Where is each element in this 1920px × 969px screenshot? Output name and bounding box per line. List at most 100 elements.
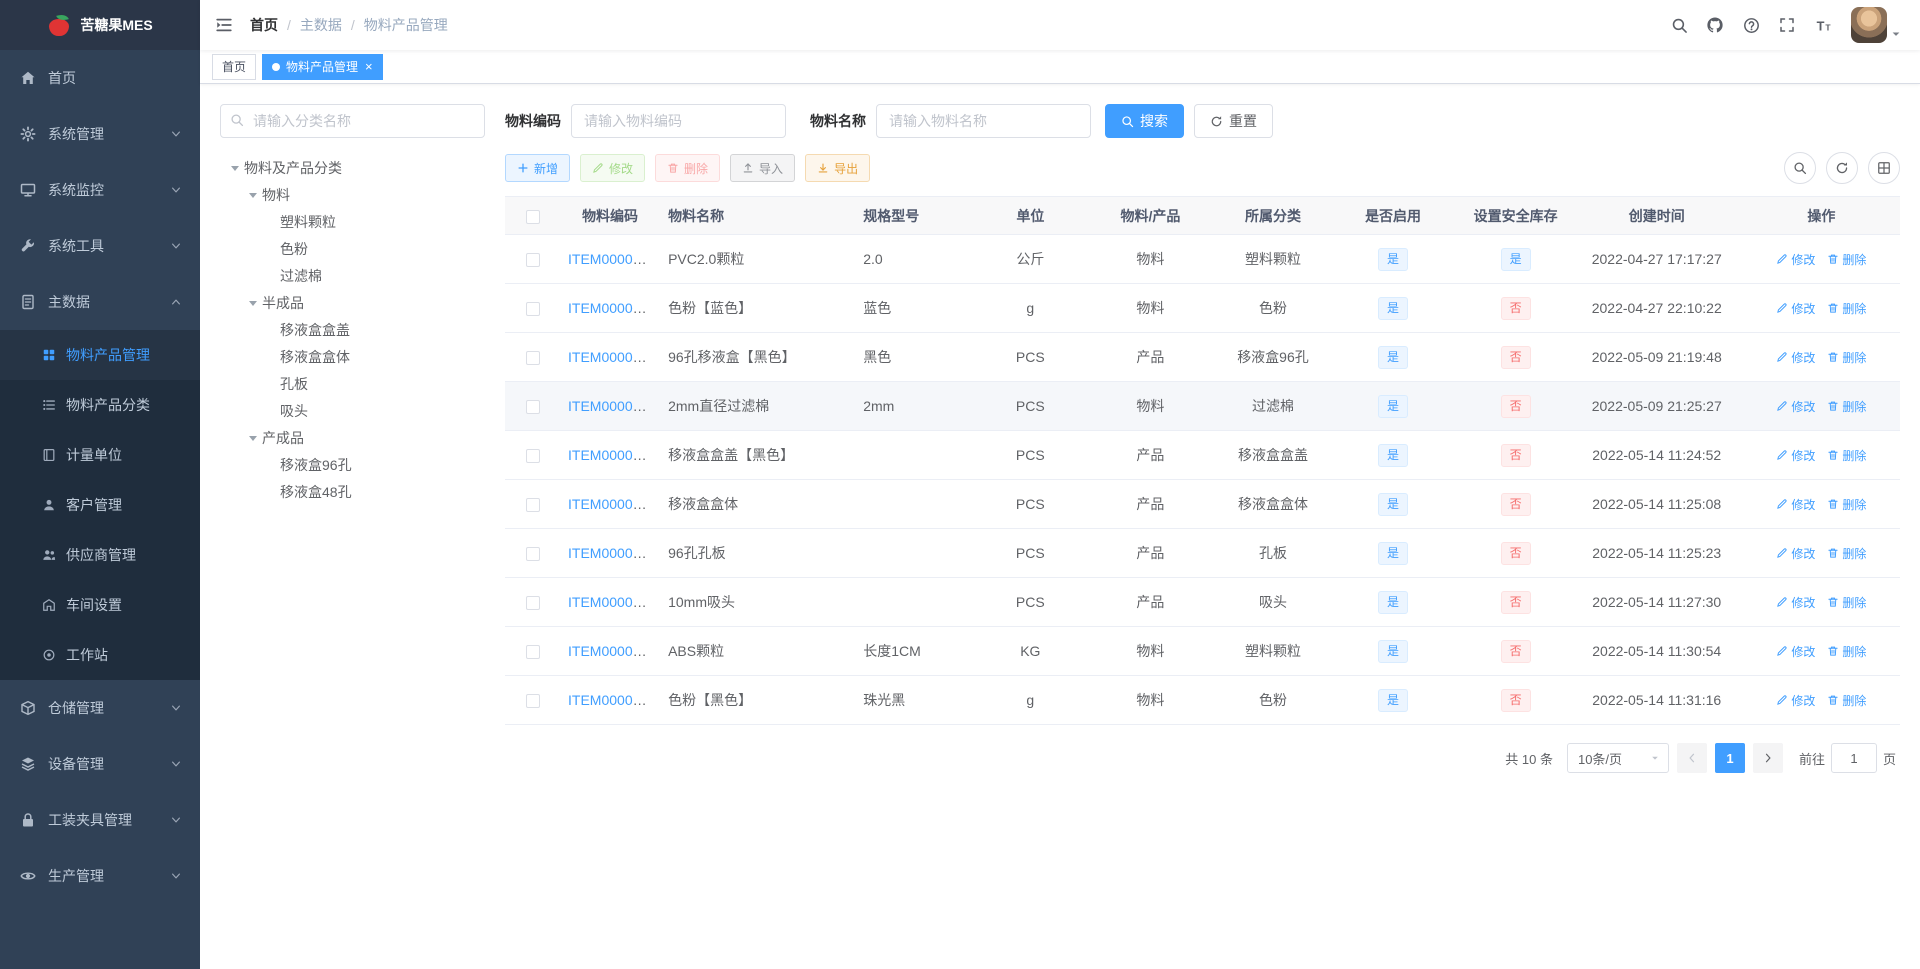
- tab-0[interactable]: 首页: [212, 53, 257, 80]
- fullscreen-icon[interactable]: [1769, 0, 1805, 50]
- reset-button[interactable]: 重置: [1194, 104, 1273, 138]
- edit-button[interactable]: 修改: [580, 154, 646, 182]
- sidebar-subitem-4-1[interactable]: 物料产品分类: [0, 380, 200, 430]
- row-checkbox[interactable]: [525, 449, 540, 464]
- hamburger-icon[interactable]: [200, 0, 248, 50]
- tree-node[interactable]: 移液盒96孔: [220, 451, 485, 478]
- sidebar-item-5[interactable]: 仓储管理: [0, 680, 200, 736]
- search-icon[interactable]: [1661, 0, 1697, 50]
- row-edit-button[interactable]: 修改: [1776, 251, 1815, 268]
- row-checkbox[interactable]: [525, 400, 540, 415]
- name-filter-input[interactable]: [876, 104, 1091, 138]
- tree-node[interactable]: 产成品: [220, 424, 485, 451]
- row-delete-button[interactable]: 删除: [1827, 594, 1866, 611]
- select-all-checkbox[interactable]: [525, 209, 540, 224]
- app-logo[interactable]: 苦糖果MES: [0, 0, 200, 50]
- sidebar-subitem-4-6[interactable]: 工作站: [0, 630, 200, 680]
- tree-node[interactable]: 移液盒盒体: [220, 343, 485, 370]
- row-delete-button[interactable]: 删除: [1827, 251, 1866, 268]
- row-edit-button[interactable]: 修改: [1776, 447, 1815, 464]
- sidebar-subitem-4-2[interactable]: 计量单位: [0, 430, 200, 480]
- sidebar-item-4[interactable]: 主数据: [0, 274, 200, 330]
- tree-node[interactable]: 半成品: [220, 289, 485, 316]
- tree-node[interactable]: 物料及产品分类: [220, 154, 485, 181]
- tree-node[interactable]: 移液盒盒盖: [220, 316, 485, 343]
- row-edit-button[interactable]: 修改: [1776, 300, 1815, 317]
- prev-page-button[interactable]: [1676, 743, 1707, 773]
- row-delete-button[interactable]: 删除: [1827, 692, 1866, 709]
- breadcrumb-item-0[interactable]: 首页: [250, 15, 278, 35]
- sidebar-item-2[interactable]: 系统监控: [0, 162, 200, 218]
- material-code-link[interactable]: ITEM00000053: [568, 545, 660, 561]
- row-edit-button[interactable]: 修改: [1776, 398, 1815, 415]
- question-icon[interactable]: [1733, 0, 1769, 50]
- search-button[interactable]: 搜索: [1105, 104, 1184, 138]
- row-delete-button[interactable]: 删除: [1827, 447, 1866, 464]
- row-edit-button[interactable]: 修改: [1776, 349, 1815, 366]
- sidebar-item-1[interactable]: 系统管理: [0, 106, 200, 162]
- row-delete-button[interactable]: 删除: [1827, 496, 1866, 513]
- tree-node[interactable]: 吸头: [220, 397, 485, 424]
- row-edit-button[interactable]: 修改: [1776, 496, 1815, 513]
- sidebar-item-3[interactable]: 系统工具: [0, 218, 200, 274]
- row-delete-button[interactable]: 删除: [1827, 349, 1866, 366]
- sidebar-item-6[interactable]: 设备管理: [0, 736, 200, 792]
- sidebar-subitem-4-4[interactable]: 供应商管理: [0, 530, 200, 580]
- breadcrumb-item-1[interactable]: 主数据: [300, 15, 342, 35]
- material-code-link[interactable]: ITEM00000037: [568, 251, 660, 267]
- row-checkbox[interactable]: [525, 547, 540, 562]
- add-button[interactable]: 新增: [505, 154, 571, 182]
- material-code-link[interactable]: ITEM00000049: [568, 398, 660, 414]
- code-filter-input[interactable]: [571, 104, 786, 138]
- sidebar-item-8[interactable]: 生产管理: [0, 848, 200, 904]
- import-button[interactable]: 导入: [730, 154, 796, 182]
- tree-expand-caret-icon[interactable]: [244, 294, 262, 312]
- sidebar-subitem-4-0[interactable]: 物料产品管理: [0, 330, 200, 380]
- tree-node[interactable]: 物料: [220, 181, 485, 208]
- tree-expand-caret-icon[interactable]: [244, 429, 262, 447]
- next-page-button[interactable]: [1752, 743, 1783, 773]
- sidebar-subitem-4-3[interactable]: 客户管理: [0, 480, 200, 530]
- row-delete-button[interactable]: 删除: [1827, 545, 1866, 562]
- material-code-link[interactable]: ITEM00000041: [568, 300, 660, 316]
- material-code-link[interactable]: ITEM00000056: [568, 692, 660, 708]
- row-delete-button[interactable]: 删除: [1827, 300, 1866, 317]
- toggle-search-button[interactable]: [1784, 152, 1816, 184]
- delete-button[interactable]: 删除: [655, 154, 721, 182]
- tree-node[interactable]: 移液盒48孔: [220, 478, 485, 505]
- row-delete-button[interactable]: 删除: [1827, 398, 1866, 415]
- font-size-icon[interactable]: TT: [1805, 0, 1841, 50]
- material-code-link[interactable]: ITEM00000055: [568, 643, 660, 659]
- row-checkbox[interactable]: [525, 302, 540, 317]
- category-search-input[interactable]: [220, 104, 485, 138]
- user-menu[interactable]: [1851, 7, 1902, 43]
- row-edit-button[interactable]: 修改: [1776, 692, 1815, 709]
- row-edit-button[interactable]: 修改: [1776, 545, 1815, 562]
- tree-node[interactable]: 孔板: [220, 370, 485, 397]
- sidebar-item-7[interactable]: 工装夹具管理: [0, 792, 200, 848]
- tree-expand-caret-icon[interactable]: [226, 159, 244, 177]
- tree-node[interactable]: 过滤棉: [220, 262, 485, 289]
- close-tab-icon[interactable]: ×: [365, 60, 373, 73]
- page-size-select[interactable]: 10条/页: [1566, 743, 1669, 773]
- page-number-button[interactable]: 1: [1714, 743, 1745, 773]
- tree-node[interactable]: 塑料颗粒: [220, 208, 485, 235]
- material-code-link[interactable]: ITEM00000054: [568, 594, 660, 610]
- column-settings-button[interactable]: [1868, 152, 1900, 184]
- row-checkbox[interactable]: [525, 645, 540, 660]
- sidebar-item-0[interactable]: 首页: [0, 50, 200, 106]
- tab-1[interactable]: 物料产品管理 ×: [262, 53, 383, 80]
- export-button[interactable]: 导出: [805, 154, 871, 182]
- goto-page-input[interactable]: [1830, 743, 1877, 773]
- row-checkbox[interactable]: [525, 253, 540, 268]
- refresh-table-button[interactable]: [1826, 152, 1858, 184]
- github-icon[interactable]: [1697, 0, 1733, 50]
- row-edit-button[interactable]: 修改: [1776, 643, 1815, 660]
- tree-node[interactable]: 色粉: [220, 235, 485, 262]
- material-code-link[interactable]: ITEM00000051: [568, 447, 660, 463]
- material-code-link[interactable]: ITEM00000046: [568, 349, 660, 365]
- row-checkbox[interactable]: [525, 694, 540, 709]
- row-edit-button[interactable]: 修改: [1776, 594, 1815, 611]
- tree-expand-caret-icon[interactable]: [244, 186, 262, 204]
- row-delete-button[interactable]: 删除: [1827, 643, 1866, 660]
